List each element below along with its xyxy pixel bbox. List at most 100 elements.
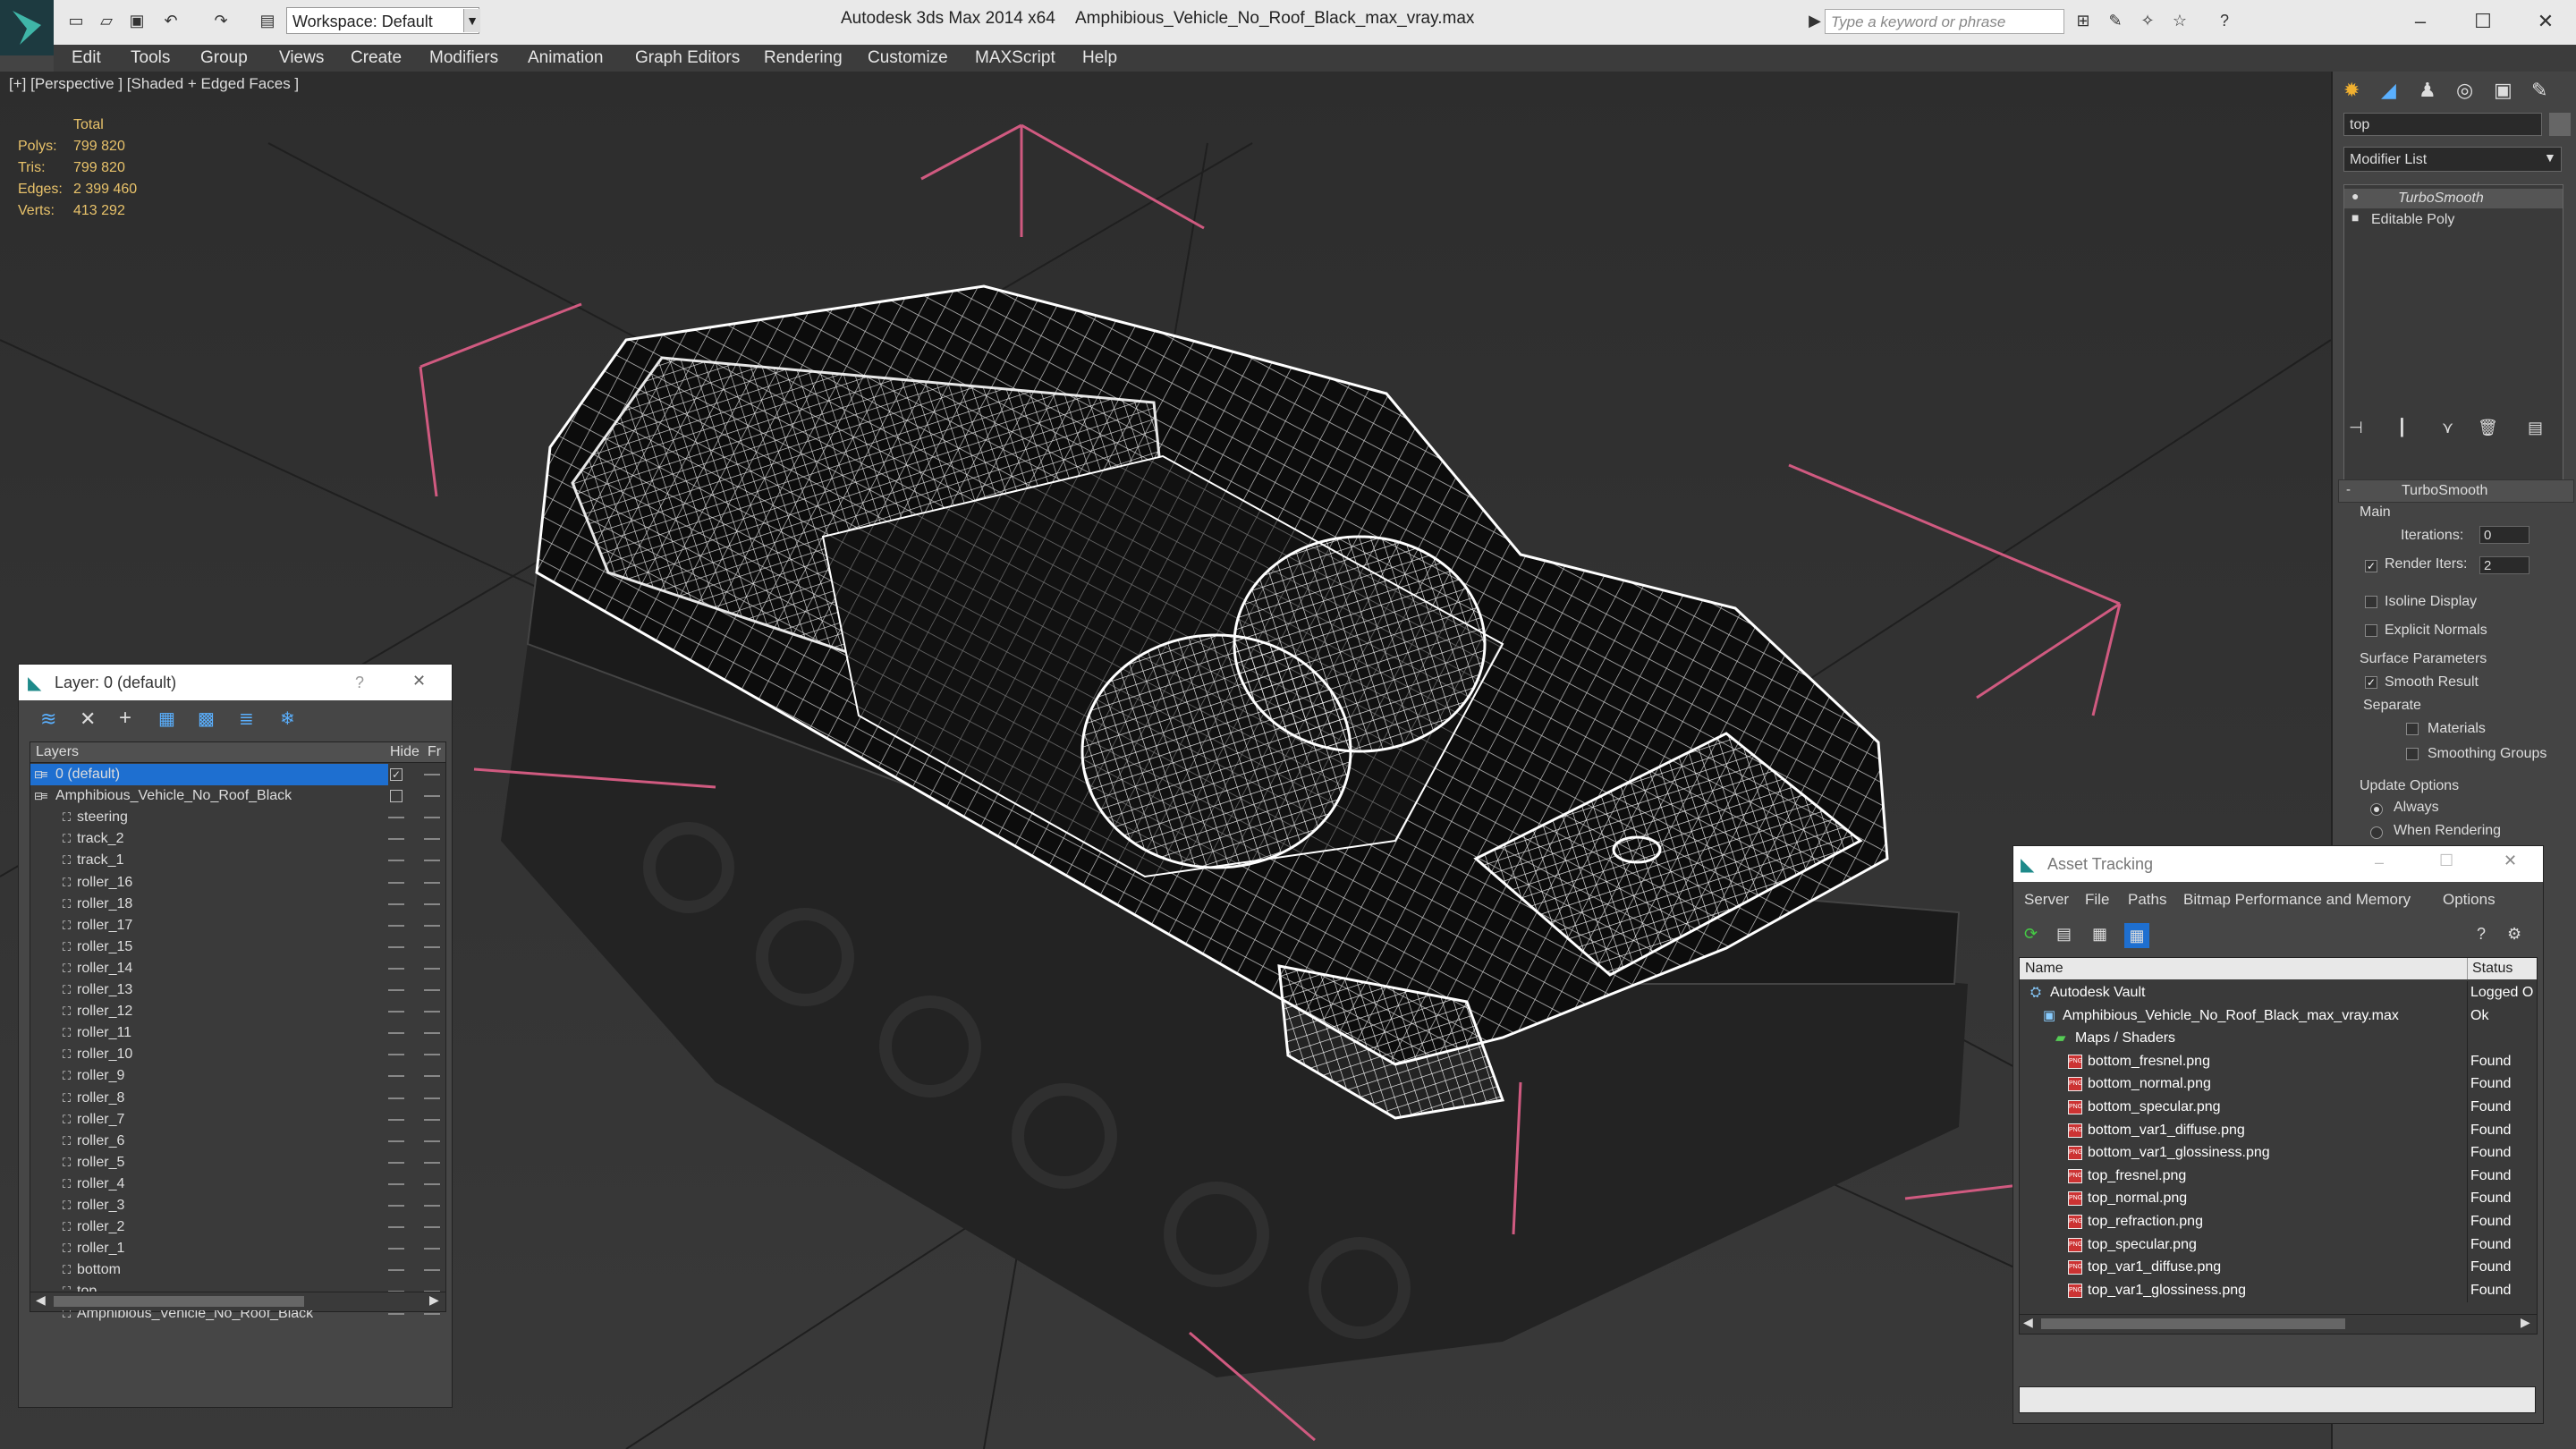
hide-toggle[interactable] [388, 1226, 404, 1229]
create-tab-icon[interactable]: ✹ [2343, 79, 2360, 102]
collapse-icon[interactable]: - [2346, 482, 2351, 497]
close-button[interactable]: ✕ [2528, 5, 2563, 38]
save-icon[interactable]: ▣ [127, 11, 147, 30]
scroll-left-icon[interactable]: ◀ [2023, 1315, 2033, 1330]
project-folder-icon[interactable]: ▤ [258, 11, 277, 30]
search-input[interactable]: Type a keyword or phrase [1825, 9, 2064, 34]
asset-row[interactable]: PNG bottom_fresnel.png Found [2020, 1049, 2537, 1073]
motion-tab-icon[interactable]: ◎ [2456, 79, 2473, 102]
maximize-button[interactable]: ☐ [2465, 5, 2501, 38]
layer-row[interactable]: ⛶ roller_7 [30, 1109, 440, 1131]
menu-group[interactable]: Group [200, 48, 248, 68]
binoculars-icon[interactable]: ⊞ [2073, 11, 2093, 30]
freeze-toggle[interactable] [424, 1182, 440, 1185]
freeze-toggle[interactable] [424, 1161, 440, 1164]
highlight-layer-icon[interactable]: ▩ [198, 708, 215, 730]
asset-row[interactable]: PNG top_normal.png Found [2020, 1187, 2537, 1211]
freeze-toggle[interactable] [424, 1011, 440, 1013]
asset-menu-file[interactable]: File [2085, 891, 2109, 909]
hide-toggle[interactable] [388, 967, 404, 970]
freeze-toggle[interactable] [424, 1248, 440, 1250]
freeze-toggle[interactable] [424, 924, 440, 927]
close-icon[interactable]: ✕ [412, 672, 426, 691]
turbosmooth-rollout-header[interactable]: - TurboSmooth [2338, 479, 2574, 503]
show-end-result-icon[interactable]: ┃ [2397, 419, 2407, 437]
hide-toggle[interactable] [388, 1011, 404, 1013]
smooth-result-checkbox[interactable]: ✓ [2365, 676, 2377, 689]
table-view-icon[interactable]: ▦ [2092, 925, 2107, 944]
hide-toggle[interactable] [388, 989, 404, 991]
list-view-icon[interactable]: ▤ [2056, 925, 2072, 944]
select-objects-icon[interactable]: ▦ [158, 708, 175, 730]
asset-tracking-titlebar[interactable]: ◣ Asset Tracking – ☐ ✕ [2013, 846, 2543, 882]
hide-toggle[interactable] [388, 1140, 404, 1142]
layer-list[interactable]: Layers Hide Fr ⊟ ≡ 0 (default) ✓ ⊟ ≡ Amphibiou… [30, 741, 446, 1321]
layer-row[interactable]: ⛶ roller_9 [30, 1065, 440, 1087]
col-status[interactable]: Status [2472, 961, 2512, 977]
undo-icon[interactable]: ↶ [161, 11, 181, 30]
expand-search-icon[interactable]: ▶ [1805, 11, 1825, 30]
help-icon[interactable]: ? [2215, 11, 2234, 30]
maximize-button[interactable]: ☐ [2439, 852, 2453, 870]
communication-icon[interactable]: ✧ [2138, 11, 2157, 30]
freeze-toggle[interactable] [424, 1032, 440, 1035]
layer-row[interactable]: ⛶ track_1 [30, 850, 440, 871]
hide-toggle[interactable] [390, 790, 402, 803]
freeze-toggle[interactable] [424, 1269, 440, 1272]
menu-rendering[interactable]: Rendering [764, 48, 843, 68]
asset-menu-paths[interactable]: Paths [2128, 891, 2166, 909]
stack-item-turbosmooth[interactable]: ● TurboSmooth [2344, 189, 2563, 208]
refresh-icon[interactable]: ⟳ [2024, 925, 2038, 944]
modify-tab-icon[interactable]: ◢ [2381, 79, 2396, 102]
scroll-right-icon[interactable]: ▶ [429, 1292, 439, 1308]
scroll-thumb[interactable] [54, 1296, 304, 1307]
freeze-toggle[interactable] [424, 1312, 440, 1315]
freeze-toggle[interactable] [424, 1054, 440, 1056]
asset-row[interactable]: PNG top_fresnel.png Found [2020, 1164, 2537, 1188]
when-rendering-radio[interactable] [2370, 826, 2383, 839]
hide-all-icon[interactable]: ≣ [239, 708, 254, 730]
hide-toggle[interactable] [388, 924, 404, 927]
hide-toggle[interactable] [388, 1161, 404, 1164]
freeze-toggle[interactable] [424, 1118, 440, 1121]
materials-checkbox[interactable] [2406, 723, 2419, 735]
layer-row[interactable]: ⛶ bottom [30, 1259, 440, 1281]
menu-maxscript[interactable]: MAXScript [975, 48, 1055, 68]
freeze-toggle[interactable] [424, 795, 440, 798]
layer-row[interactable]: ⛶ roller_17 [30, 915, 440, 936]
menu-customize[interactable]: Customize [868, 48, 948, 68]
layer-row[interactable]: ⊟ ≡ Amphibious_Vehicle_No_Roof_Black [30, 785, 440, 807]
subscription-icon[interactable]: ✎ [2106, 11, 2125, 30]
make-unique-icon[interactable]: ⋎ [2442, 419, 2453, 437]
hide-toggle[interactable] [388, 1205, 404, 1207]
always-radio[interactable] [2370, 803, 2383, 816]
hide-toggle[interactable] [388, 945, 404, 948]
col-layers[interactable]: Layers [36, 744, 79, 760]
scroll-thumb[interactable] [2041, 1318, 2345, 1329]
freeze-toggle[interactable] [424, 1140, 440, 1142]
layer-row[interactable]: ⛶ roller_16 [30, 872, 440, 894]
menu-help[interactable]: Help [1082, 48, 1117, 68]
smoothing-groups-checkbox[interactable] [2406, 748, 2419, 760]
asset-row[interactable]: PNG bottom_normal.png Found [2020, 1072, 2537, 1097]
hide-toggle[interactable] [388, 817, 404, 819]
layer-row[interactable]: ⛶ roller_4 [30, 1174, 440, 1195]
freeze-toggle[interactable] [424, 881, 440, 884]
chevron-down-icon[interactable]: ▼ [463, 9, 480, 32]
layer-dialog-titlebar[interactable]: ◣ Layer: 0 (default) ? ✕ [19, 665, 452, 700]
freeze-toggle[interactable] [424, 989, 440, 991]
asset-row[interactable]: PNG bottom_var1_diffuse.png Found [2020, 1118, 2537, 1142]
layer-row[interactable]: ⛶ roller_2 [30, 1216, 440, 1238]
hide-toggle[interactable] [388, 1097, 404, 1099]
layer-row[interactable]: ⛶ roller_1 [30, 1238, 440, 1259]
menu-animation[interactable]: Animation [528, 48, 604, 68]
layer-row[interactable]: ⛶ roller_14 [30, 958, 440, 979]
hide-toggle[interactable] [388, 1075, 404, 1078]
display-tab-icon[interactable]: ▣ [2494, 79, 2512, 102]
col-name[interactable]: Name [2025, 961, 2063, 977]
hide-toggle[interactable] [388, 838, 404, 841]
asset-row[interactable]: PNG top_specular.png Found [2020, 1233, 2537, 1257]
layer-row[interactable]: ⛶ roller_13 [30, 979, 440, 1001]
horizontal-scrollbar[interactable]: ◀ ▶ [30, 1292, 445, 1310]
grid-view-icon[interactable]: ▦ [2124, 923, 2149, 948]
